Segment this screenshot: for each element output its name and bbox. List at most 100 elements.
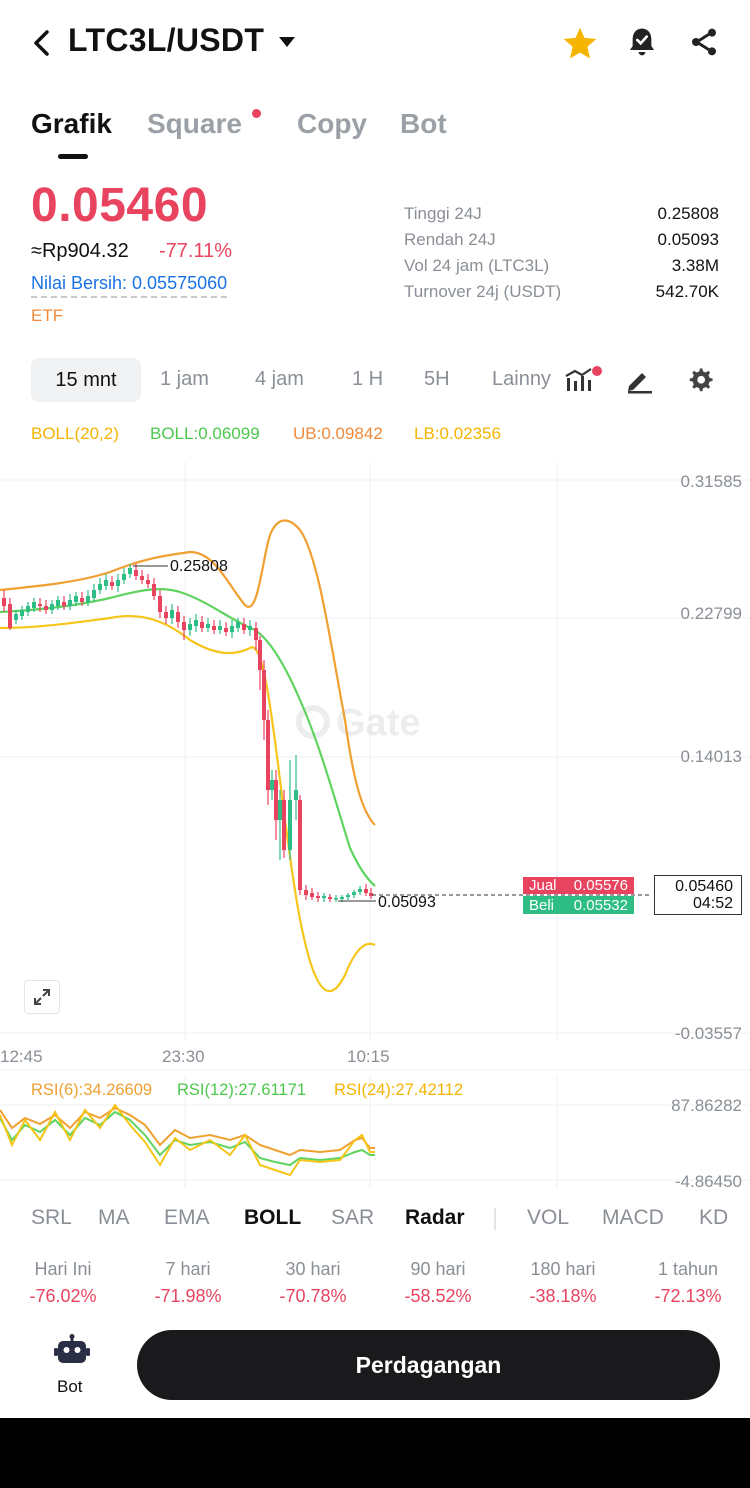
perf-value-30d: -70.78% <box>279 1286 347 1306</box>
stat-label-high: Tinggi 24J <box>404 204 482 223</box>
trade-button[interactable]: Perdagangan <box>137 1330 720 1400</box>
timeframe-5d[interactable]: 5H <box>424 368 450 391</box>
candle-body <box>134 570 138 576</box>
candle-body <box>158 596 162 612</box>
candle-body <box>364 889 368 893</box>
candle-body <box>334 898 338 900</box>
candle-body <box>310 893 314 897</box>
candle-body <box>262 670 266 720</box>
fullscreen-expand-button[interactable] <box>24 980 60 1014</box>
rsi6-legend: RSI(6):34.26609 <box>31 1081 153 1099</box>
candle-body <box>92 590 96 598</box>
buy-price-tag: Beli 0.05532 <box>523 896 634 914</box>
candle-body <box>8 604 12 628</box>
last-price: 0.05460 <box>31 179 209 232</box>
boll-legend-name: BOLL(20,2) <box>31 424 119 443</box>
candle-body <box>346 895 350 897</box>
net-value-link[interactable]: Nilai Bersih: 0.05575060 <box>31 273 228 298</box>
stat-label-turnover: Turnover 24j (USDT) <box>404 282 562 301</box>
candle-body <box>254 628 258 640</box>
indicator-srl[interactable]: SRL <box>31 1206 72 1230</box>
candle-body <box>170 610 174 618</box>
candle-body <box>26 606 30 612</box>
rsi-bottom-label: -4.86450 <box>674 1172 742 1191</box>
perf-value-7d: -71.98% <box>154 1286 222 1306</box>
timeframe-more[interactable]: Lainny <box>492 368 556 391</box>
indicator-ema[interactable]: EMA <box>164 1206 210 1230</box>
candle-body <box>294 790 298 800</box>
timeframe-15m[interactable]: 15 mnt <box>31 358 141 402</box>
indicator-radar[interactable]: Radar <box>405 1206 465 1230</box>
candle-body <box>274 780 278 820</box>
etf-tag: ETF <box>31 306 64 325</box>
bot-label[interactable]: Bot <box>57 1377 83 1397</box>
perf-value-90d: -58.52% <box>404 1286 472 1306</box>
drawing-pencil-icon[interactable] <box>624 366 654 394</box>
tab-copy[interactable]: Copy <box>297 108 367 140</box>
candle-body <box>278 800 282 820</box>
indicator-sar[interactable]: SAR <box>331 1206 374 1230</box>
y-tick-label: 0.14013 <box>680 747 742 766</box>
timeframe-1d[interactable]: 1 H <box>352 368 383 391</box>
y-tick-label: -0.03557 <box>674 1024 742 1043</box>
perf-label-180d: 180 hari <box>530 1259 596 1279</box>
candle-body <box>56 600 60 606</box>
candle-body <box>68 600 72 606</box>
candle-body <box>182 622 186 630</box>
expand-icon <box>34 989 50 1005</box>
perf-label-90d: 90 hari <box>410 1259 466 1279</box>
pair-title[interactable]: LTC3L/USDT <box>68 22 264 59</box>
candle-body <box>316 896 320 898</box>
stat-value-high: 0.25808 <box>657 204 719 223</box>
perf-label-today: Hari Ini <box>34 1259 92 1279</box>
candle-body <box>110 582 114 586</box>
x-tick-label: 23:30 <box>162 1047 205 1066</box>
candle-body <box>80 598 84 602</box>
perf-value-1y: -72.13% <box>654 1286 722 1306</box>
price-alert-bell-icon[interactable] <box>626 26 658 58</box>
price-idr: ≈Rp904.32 <box>31 240 129 262</box>
candle-body <box>32 602 36 608</box>
system-navigation-bar <box>0 1418 750 1488</box>
tab-grafik[interactable]: Grafik <box>31 108 112 140</box>
candle-body <box>122 574 126 580</box>
buy-price: 0.05532 <box>573 896 628 914</box>
candle-body <box>98 584 102 590</box>
candle-body <box>44 606 48 610</box>
candle-body <box>358 889 362 892</box>
bot-robot-icon[interactable] <box>54 1334 90 1366</box>
candle-body <box>152 584 156 596</box>
candle-body <box>236 622 240 628</box>
indicator-ma[interactable]: MA <box>98 1206 130 1230</box>
star-favorite-icon[interactable] <box>562 26 598 60</box>
candle-body <box>270 780 274 790</box>
perf-label-1y: 1 tahun <box>657 1259 719 1279</box>
y-tick-label: 0.22799 <box>680 604 742 623</box>
indicator-boll[interactable]: BOLL <box>244 1206 301 1230</box>
timeframe-4h[interactable]: 4 jam <box>255 368 304 391</box>
stat-label-low: Rendah 24J <box>404 230 496 249</box>
svg-text:0.25808: 0.25808 <box>170 558 228 575</box>
current-price-value: 0.05460 <box>675 878 733 895</box>
candle-body <box>282 800 286 850</box>
candle-body <box>74 596 78 602</box>
candle-body <box>14 614 18 620</box>
timeframe-1h[interactable]: 1 jam <box>160 368 209 391</box>
indicator-chart-icon[interactable] <box>563 366 603 394</box>
settings-gear-icon[interactable] <box>686 366 714 394</box>
tab-bot[interactable]: Bot <box>400 108 447 140</box>
tab-square[interactable]: Square <box>147 108 242 140</box>
boll-legend-ub: UB:0.09842 <box>293 424 383 443</box>
chevron-down-icon[interactable] <box>278 36 296 48</box>
svg-text:0.05093: 0.05093 <box>378 894 436 911</box>
candle-body <box>128 568 132 574</box>
indicator-macd[interactable]: MACD <box>602 1206 664 1230</box>
candle-body <box>258 640 262 670</box>
share-icon[interactable] <box>688 26 720 58</box>
indicator-kd[interactable]: KD <box>699 1206 739 1230</box>
back-arrow-icon[interactable] <box>30 28 54 58</box>
x-tick-label: 10:15 <box>347 1047 390 1066</box>
indicator-vol[interactable]: VOL <box>527 1206 569 1230</box>
low-marker: 0.05093 <box>338 894 436 911</box>
boll-lower-band <box>0 614 376 993</box>
